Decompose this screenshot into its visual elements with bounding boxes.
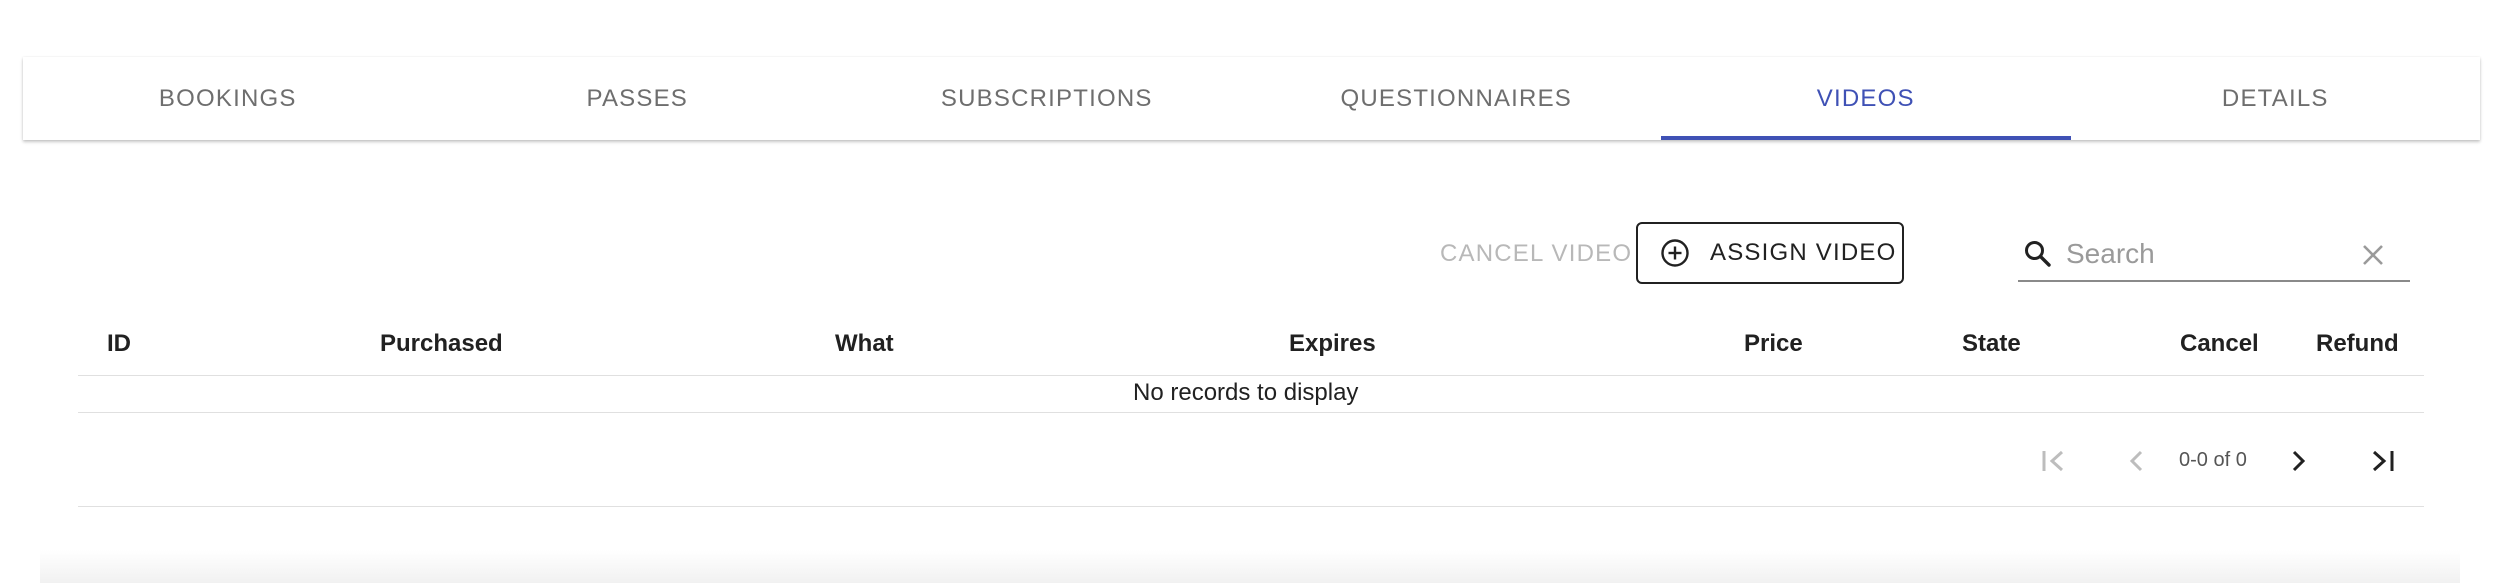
- column-header-purchased[interactable]: Purchased: [380, 330, 503, 358]
- tab-label: BOOKINGS: [158, 84, 297, 112]
- first-page-icon[interactable]: [2036, 443, 2072, 479]
- pagination: 0-0 of 0: [78, 413, 2424, 507]
- active-tab-indicator: [1661, 136, 2071, 140]
- empty-message: No records to display: [1133, 379, 1359, 406]
- column-header-cancel[interactable]: Cancel: [2180, 330, 2259, 358]
- videos-table: ID Purchased What Expires Price State Ca…: [78, 310, 2424, 507]
- table-header: ID Purchased What Expires Price State Ca…: [78, 310, 2424, 376]
- last-page-icon[interactable]: [2364, 443, 2400, 479]
- tab-passes[interactable]: PASSES: [433, 57, 843, 140]
- add-circle-icon: [1660, 238, 1690, 268]
- empty-table-row: No records to display: [78, 376, 2424, 413]
- tab-label: SUBSCRIPTIONS: [940, 84, 1153, 112]
- column-header-id[interactable]: ID: [107, 330, 131, 358]
- tab-label: DETAILS: [2221, 84, 2329, 112]
- page: BOOKINGS PASSES SUBSCRIPTIONS QUESTIONNA…: [0, 0, 2500, 583]
- tab-bar: BOOKINGS PASSES SUBSCRIPTIONS QUESTIONNA…: [23, 57, 2480, 140]
- assign-video-label: ASSIGN VIDEO: [1710, 239, 1897, 266]
- tab-questionnaires[interactable]: QUESTIONNAIRES: [1252, 57, 1662, 140]
- tab-videos[interactable]: VIDEOS: [1661, 57, 2071, 140]
- cancel-video-button[interactable]: CANCEL VIDEO: [1440, 240, 1632, 268]
- search-input[interactable]: [2066, 236, 2346, 272]
- page-range-text: 0-0 of 0: [2179, 449, 2247, 471]
- column-header-what[interactable]: What: [835, 330, 894, 358]
- tab-label: QUESTIONNAIRES: [1340, 84, 1572, 112]
- tab-label: VIDEOS: [1816, 84, 1915, 112]
- chevron-right-icon[interactable]: [2280, 443, 2316, 479]
- column-header-refund[interactable]: Refund: [2316, 330, 2399, 358]
- tab-subscriptions[interactable]: SUBSCRIPTIONS: [842, 57, 1252, 140]
- column-header-expires[interactable]: Expires: [1289, 330, 1376, 358]
- bottom-panel-shadow: [40, 550, 2460, 583]
- assign-video-button[interactable]: ASSIGN VIDEO: [1636, 222, 1904, 284]
- chevron-left-icon[interactable]: [2119, 443, 2155, 479]
- column-header-price[interactable]: Price: [1744, 330, 1803, 358]
- tab-bookings[interactable]: BOOKINGS: [23, 57, 433, 140]
- tab-label: PASSES: [586, 84, 688, 112]
- search-icon: [2022, 238, 2054, 270]
- search-field: [2018, 230, 2410, 282]
- close-icon[interactable]: [2358, 240, 2388, 270]
- tab-details[interactable]: DETAILS: [2071, 57, 2481, 140]
- column-header-state[interactable]: State: [1962, 330, 2021, 358]
